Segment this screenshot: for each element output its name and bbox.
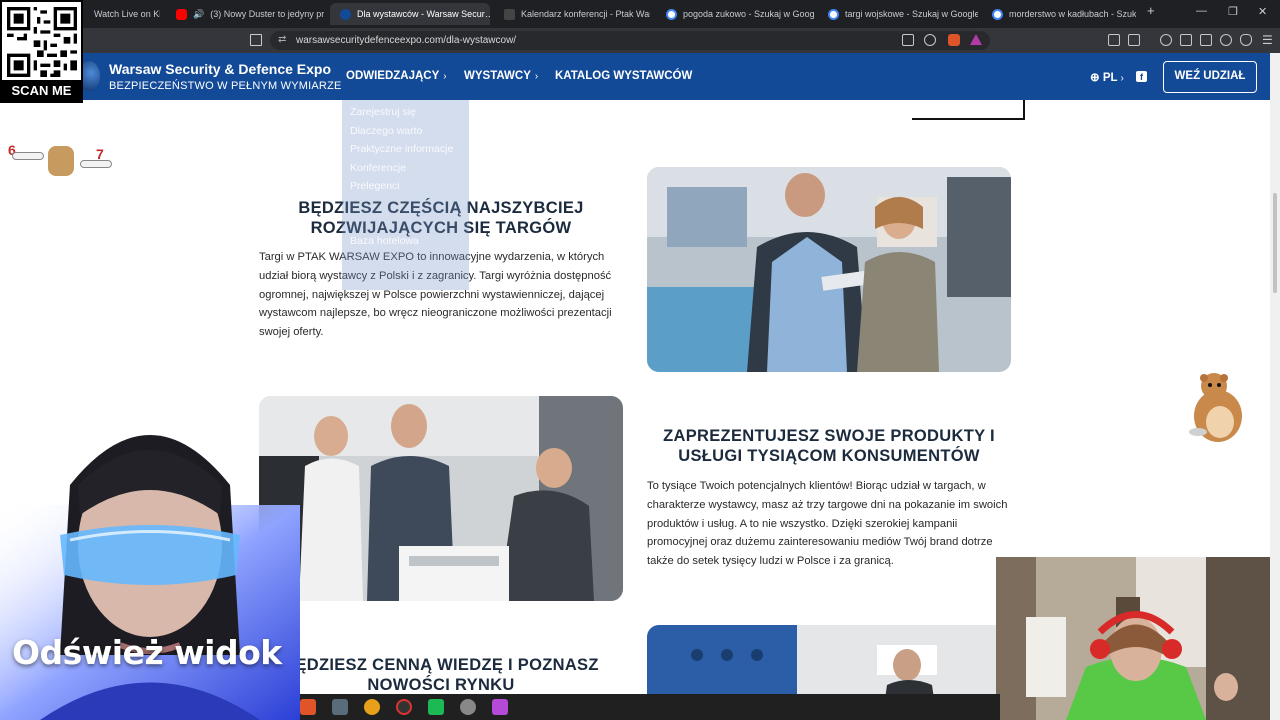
- section-title: ZAPREZENTUJESZ SWOJE PRODUKTY I USŁUGI T…: [663, 427, 995, 465]
- section-body: To tysiące Twoich potencjalnych klientów…: [647, 480, 1008, 568]
- nav-label: ODWIEDZAJĄCY: [346, 70, 440, 82]
- browser-tab[interactable]: morderstwo w kadłubach - Szukaj w…: [982, 3, 1136, 25]
- brand-title[interactable]: Warsaw Security & Defence Expo: [109, 61, 331, 77]
- chrome-icon[interactable]: [364, 699, 380, 715]
- new-tab-button[interactable]: +: [1147, 3, 1155, 18]
- brave-rewards-icon[interactable]: [970, 34, 982, 45]
- taskbar: [300, 694, 1000, 720]
- dropdown-item[interactable]: Zarejestruj się: [350, 106, 416, 118]
- scan-me-label: SCAN ME: [2, 80, 81, 101]
- chevron-right-icon: ›: [1120, 73, 1124, 84]
- dropdown-item[interactable]: Prelegenci: [350, 180, 400, 192]
- site-info-icon[interactable]: ⇄: [278, 34, 286, 45]
- google-favicon-icon: [828, 8, 839, 20]
- dropdown-item[interactable]: Praktyczne informacje: [350, 143, 453, 155]
- streaming-app-icon[interactable]: [428, 699, 444, 715]
- settings-icon[interactable]: [460, 699, 476, 715]
- browser-tab-strip: Watch Live on Ki… 🔊 (3) Nowy Duster to j…: [0, 0, 1280, 28]
- globe-icon: ⊕: [1090, 72, 1100, 84]
- tab-title: targi wojskowe - Szukaj w Google: [845, 9, 978, 19]
- sticker-number: 7: [96, 146, 104, 162]
- browser-tab[interactable]: pogoda zukowo - Szukaj w Google: [656, 3, 814, 25]
- language-switcher[interactable]: ⊕ PL ›: [1090, 70, 1124, 84]
- google-favicon-icon: [992, 8, 1003, 20]
- chat-app-icon[interactable]: [492, 699, 508, 715]
- close-window-icon[interactable]: ✕: [1258, 5, 1267, 18]
- tab-title: Kalendarz konferencji - Ptak Warsaw…: [521, 9, 650, 19]
- crypto-wallet-icon[interactable]: [1200, 34, 1212, 46]
- chevron-right-icon: ›: [534, 71, 539, 82]
- minimize-icon[interactable]: —: [1196, 5, 1207, 17]
- brave-shields-icon[interactable]: [948, 34, 960, 46]
- tab-title: Watch Live on Ki…: [94, 9, 160, 19]
- cat-sticker-icon: [48, 146, 74, 176]
- qr-code-overlay: SCAN ME: [0, 0, 83, 103]
- file-explorer-icon[interactable]: [332, 699, 348, 715]
- obs-icon[interactable]: [396, 699, 412, 715]
- page-scrollbar[interactable]: [1270, 53, 1280, 720]
- tab-title: morderstwo w kadłubach - Szukaj w…: [1009, 9, 1136, 19]
- bookmark-icon[interactable]: [250, 34, 262, 46]
- visitors-dropdown-menu: Zarejestruj się Dlaczego warto Praktyczn…: [342, 100, 469, 290]
- menu-icon[interactable]: ☰: [1262, 33, 1273, 47]
- sidebar-icon[interactable]: [1180, 34, 1192, 46]
- restore-icon[interactable]: ❐: [1228, 5, 1238, 18]
- brand-subtitle: BEZPIECZEŃSTWO W PEŁNYM WYMIARZE: [109, 80, 342, 92]
- extensions-icon[interactable]: [1108, 34, 1120, 46]
- brave-browser-icon[interactable]: [300, 699, 316, 715]
- tab-title: (3) Nowy Duster to jedyny prawd…: [210, 9, 324, 19]
- browser-tab[interactable]: Watch Live on Ki…: [84, 3, 160, 25]
- google-favicon-icon: [666, 8, 677, 20]
- take-part-button[interactable]: WEŹ UDZIAŁ: [1163, 61, 1257, 93]
- leo-ai-icon[interactable]: [1220, 34, 1232, 46]
- url-text: warsawsecuritydefenceexpo.com/dla-wystaw…: [296, 35, 517, 46]
- address-bar[interactable]: ⇄ warsawsecuritydefenceexpo.com/dla-wyst…: [270, 31, 990, 50]
- speaker-icon: 🔊: [193, 8, 205, 19]
- nav-item-exhibitors[interactable]: WYSTAWCY ›: [464, 70, 538, 82]
- decorative-frame: [912, 100, 1025, 120]
- tab-title: pogoda zukowo - Szukaj w Google: [683, 9, 814, 19]
- media-icon[interactable]: [1160, 34, 1172, 46]
- dropdown-item[interactable]: Dlaczego warto: [350, 125, 422, 137]
- browser-toolbar: ⇄ warsawsecuritydefenceexpo.com/dla-wyst…: [0, 28, 1280, 53]
- dropdown-item[interactable]: Baza hotelowa: [350, 235, 419, 247]
- chevron-right-icon: ›: [443, 71, 447, 82]
- hamster-sticker-icon: [1189, 373, 1242, 442]
- browser-tab[interactable]: 🔊 (3) Nowy Duster to jedyny prawd…: [166, 3, 324, 25]
- refresh-view-caption: Odśwież widok: [12, 633, 282, 672]
- vpn-icon[interactable]: [1240, 34, 1252, 46]
- nav-label: KATALOG WYSTAWCÓW: [555, 70, 693, 82]
- dropdown-item[interactable]: Konferencje: [350, 162, 406, 174]
- share-icon[interactable]: [924, 34, 936, 46]
- hand-sticker-icon: [12, 152, 44, 160]
- section-title: BĘDZIESZ CENNĄ WIEDZĘ I POZNASZ NOWOŚCI …: [283, 656, 599, 694]
- site-header: Warsaw Security & Defence Expo BEZPIECZE…: [0, 53, 1270, 100]
- nav-item-visitors[interactable]: ODWIEDZAJĄCY ›: [346, 70, 447, 82]
- browser-tab-active[interactable]: Dla wystawców - Warsaw Secur… ✕: [330, 3, 490, 25]
- facebook-icon[interactable]: f: [1136, 71, 1147, 82]
- language-label: PL: [1102, 72, 1118, 84]
- reader-mode-icon[interactable]: [902, 34, 914, 46]
- scrollbar-thumb[interactable]: [1273, 193, 1277, 293]
- nav-label: WYSTAWCY: [464, 70, 531, 82]
- exhibitors-talking-photo: [647, 167, 1011, 372]
- sticker-overlay: 6 7: [8, 142, 114, 178]
- wallet-icon[interactable]: [1128, 34, 1140, 46]
- tab-title: Dla wystawców - Warsaw Secur…: [357, 9, 490, 19]
- qr-code-icon: [7, 7, 77, 77]
- browser-tab[interactable]: Kalendarz konferencji - Ptak Warsaw…: [494, 3, 650, 25]
- exhibitors-demo-photo: [259, 396, 623, 601]
- ptak-favicon-icon: [504, 8, 515, 20]
- site-favicon-icon: [340, 8, 351, 20]
- youtube-favicon-icon: [176, 8, 187, 20]
- streamer-webcam-overlay: [996, 557, 1270, 720]
- nav-item-catalog[interactable]: KATALOG WYSTAWCÓW: [555, 70, 692, 82]
- browser-tab[interactable]: targi wojskowe - Szukaj w Google: [818, 3, 978, 25]
